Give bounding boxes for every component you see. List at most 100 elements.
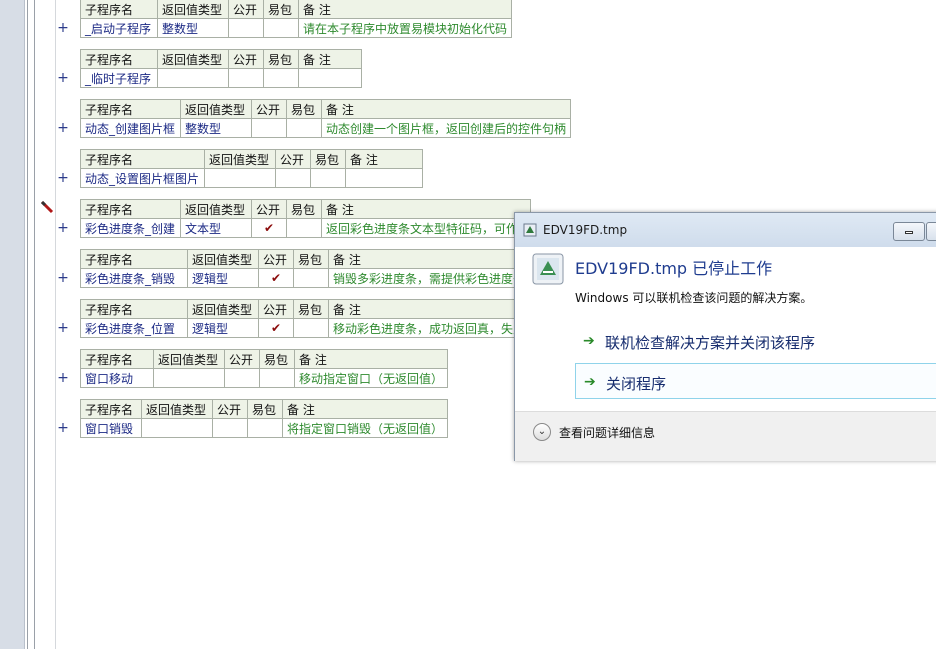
sub-name-cell[interactable]: 动态_设置图片框图片 bbox=[80, 168, 205, 188]
sub-note-cell[interactable]: 移动彩色进度条，成功返回真，失败 bbox=[328, 318, 538, 338]
view-details-link[interactable]: 查看问题详细信息 bbox=[559, 424, 655, 441]
col-header-package: 易包 bbox=[286, 199, 322, 219]
subroutine-table: 子程序名 返回值类型 公开 易包 备 注 窗口移动 移动指定窗口（无返回值） bbox=[80, 349, 449, 388]
col-header-name: 子程序名 bbox=[80, 299, 188, 319]
col-header-note: 备 注 bbox=[345, 149, 423, 169]
sub-name-cell[interactable]: 彩色进度条_创建 bbox=[80, 218, 181, 238]
sub-name-cell[interactable]: 动态_创建图片框 bbox=[80, 118, 181, 138]
sub-public-cell[interactable] bbox=[224, 368, 260, 388]
subroutine-table: 子程序名 返回值类型 公开 易包 备 注 彩色进度条_位置 逻辑型 ✔ 移动彩色… bbox=[80, 299, 538, 338]
expand-button[interactable]: + bbox=[57, 120, 69, 136]
sub-note-cell[interactable]: 返回彩色进度条文本型特征码，可作 bbox=[321, 218, 531, 238]
sub-package-cell[interactable] bbox=[259, 368, 295, 388]
chevron-down-icon[interactable]: ⌄ bbox=[533, 423, 551, 441]
col-header-note: 备 注 bbox=[328, 249, 538, 269]
expand-button[interactable]: + bbox=[57, 420, 69, 436]
col-header-public: 公开 bbox=[224, 349, 260, 369]
sub-type-cell[interactable]: 整数型 bbox=[180, 118, 252, 138]
sub-type-cell[interactable]: 文本型 bbox=[180, 218, 252, 238]
col-header-name: 子程序名 bbox=[80, 199, 181, 219]
sub-package-cell[interactable] bbox=[286, 218, 322, 238]
sub-note-cell[interactable]: 将指定窗口销毁（无返回值） bbox=[281, 418, 449, 438]
sub-note-cell[interactable] bbox=[345, 168, 423, 188]
option-label: 联机检查解决方案并关闭该程序 bbox=[605, 334, 816, 352]
col-header-note: 备 注 bbox=[321, 199, 531, 219]
sub-note-cell[interactable]: 移动指定窗口（无返回值） bbox=[293, 368, 449, 388]
expand-button[interactable]: + bbox=[57, 220, 69, 236]
sub-note-cell[interactable]: 动态创建一个图片框，返回创建后的控件句柄 bbox=[320, 118, 572, 138]
sub-package-cell[interactable] bbox=[247, 418, 283, 438]
sub-name-cell[interactable]: _启动子程序 bbox=[80, 18, 158, 38]
col-header-public: 公开 bbox=[275, 149, 311, 169]
expand-button[interactable]: + bbox=[57, 170, 69, 186]
col-header-package: 易包 bbox=[286, 99, 322, 119]
col-header-public: 公开 bbox=[258, 299, 294, 319]
col-header-package: 易包 bbox=[293, 249, 329, 269]
subroutine-table: 子程序名 返回值类型 公开 易包 备 注 彩色进度条_创建 文本型 ✔ 返回彩色… bbox=[80, 199, 531, 238]
sub-note-cell[interactable] bbox=[298, 68, 362, 88]
col-header-package: 易包 bbox=[247, 399, 283, 419]
sub-public-cell[interactable] bbox=[228, 18, 264, 38]
col-header-return: 返回值类型 bbox=[187, 249, 259, 269]
app-small-icon bbox=[523, 223, 537, 237]
col-header-note: 备 注 bbox=[281, 399, 449, 419]
sub-name-cell[interactable]: 窗口销毁 bbox=[80, 418, 142, 438]
subroutine-table: 子程序名 返回值类型 公开 易包 备 注 动态_创建图片框 整数型 动态创建一个… bbox=[80, 99, 572, 138]
sub-name-cell[interactable]: 彩色进度条_位置 bbox=[80, 318, 188, 338]
left-gutter bbox=[0, 0, 25, 649]
sub-type-cell[interactable]: 逻辑型 bbox=[187, 318, 259, 338]
dialog-title: EDV19FD.tmp bbox=[543, 223, 628, 237]
close-program-option[interactable]: ➔ 关闭程序 bbox=[575, 363, 936, 399]
arrow-right-icon: ➔ bbox=[584, 374, 596, 390]
col-header-name: 子程序名 bbox=[80, 149, 205, 169]
expand-button[interactable]: + bbox=[57, 320, 69, 336]
sub-type-cell[interactable] bbox=[157, 68, 229, 88]
sub-note-cell[interactable]: 请在本子程序中放置易模块初始化代码 bbox=[297, 18, 513, 38]
expand-button[interactable]: + bbox=[57, 70, 69, 86]
sub-name-cell[interactable]: 窗口移动 bbox=[80, 368, 154, 388]
sub-package-cell[interactable] bbox=[263, 18, 299, 38]
sub-type-cell[interactable] bbox=[141, 418, 213, 438]
col-header-package: 易包 bbox=[310, 149, 346, 169]
col-header-name: 子程序名 bbox=[80, 0, 158, 19]
sub-public-cell[interactable]: ✔ bbox=[258, 318, 294, 338]
col-header-package: 易包 bbox=[259, 349, 295, 369]
col-header-package: 易包 bbox=[293, 299, 329, 319]
col-header-note: 备 注 bbox=[293, 349, 449, 369]
sub-public-cell[interactable]: ✔ bbox=[258, 268, 294, 288]
sub-type-cell[interactable] bbox=[153, 368, 225, 388]
sub-public-cell[interactable] bbox=[228, 68, 264, 88]
sub-package-cell[interactable] bbox=[293, 268, 329, 288]
sub-package-cell[interactable] bbox=[286, 118, 322, 138]
sub-public-cell[interactable] bbox=[212, 418, 248, 438]
sub-name-cell[interactable]: _临时子程序 bbox=[80, 68, 158, 88]
sub-package-cell[interactable] bbox=[310, 168, 346, 188]
gutter-divider bbox=[27, 0, 28, 649]
expand-button[interactable]: + bbox=[57, 20, 69, 36]
sub-package-cell[interactable] bbox=[293, 318, 329, 338]
expand-button[interactable]: + bbox=[57, 370, 69, 386]
sub-type-cell[interactable] bbox=[204, 168, 276, 188]
sub-type-cell[interactable]: 逻辑型 bbox=[187, 268, 259, 288]
dialog-subtext: Windows 可以联机检查该问题的解决方案。 bbox=[575, 291, 813, 305]
sub-public-cell[interactable] bbox=[275, 168, 311, 188]
sub-package-cell[interactable] bbox=[263, 68, 299, 88]
col-header-public: 公开 bbox=[251, 99, 287, 119]
sub-type-cell[interactable]: 整数型 bbox=[157, 18, 229, 38]
option-label: 关闭程序 bbox=[606, 375, 667, 393]
sub-public-cell[interactable]: ✔ bbox=[251, 218, 287, 238]
col-header-return: 返回值类型 bbox=[180, 199, 252, 219]
col-header-name: 子程序名 bbox=[80, 249, 188, 269]
expand-button[interactable]: + bbox=[57, 270, 69, 286]
sub-note-cell[interactable]: 销毁多彩进度条，需提供彩色进度条 bbox=[328, 268, 538, 288]
close-button[interactable] bbox=[926, 222, 936, 241]
col-header-note: 备 注 bbox=[328, 299, 538, 319]
check-online-option[interactable]: ➔ 联机检查解决方案并关闭该程序 bbox=[575, 323, 936, 359]
sub-name-cell[interactable]: 彩色进度条_销毁 bbox=[80, 268, 188, 288]
sub-public-cell[interactable] bbox=[251, 118, 287, 138]
col-header-public: 公开 bbox=[212, 399, 248, 419]
dialog-titlebar[interactable]: EDV19FD.tmp bbox=[515, 213, 936, 247]
subroutine-table: 子程序名 返回值类型 公开 易包 备 注 窗口销毁 将指定窗口销毁（无返回值） bbox=[80, 399, 449, 438]
minimize-button[interactable] bbox=[893, 222, 925, 241]
subroutine-table: 子程序名 返回值类型 公开 易包 备 注 彩色进度条_销毁 逻辑型 ✔ 销毁多彩… bbox=[80, 249, 538, 288]
